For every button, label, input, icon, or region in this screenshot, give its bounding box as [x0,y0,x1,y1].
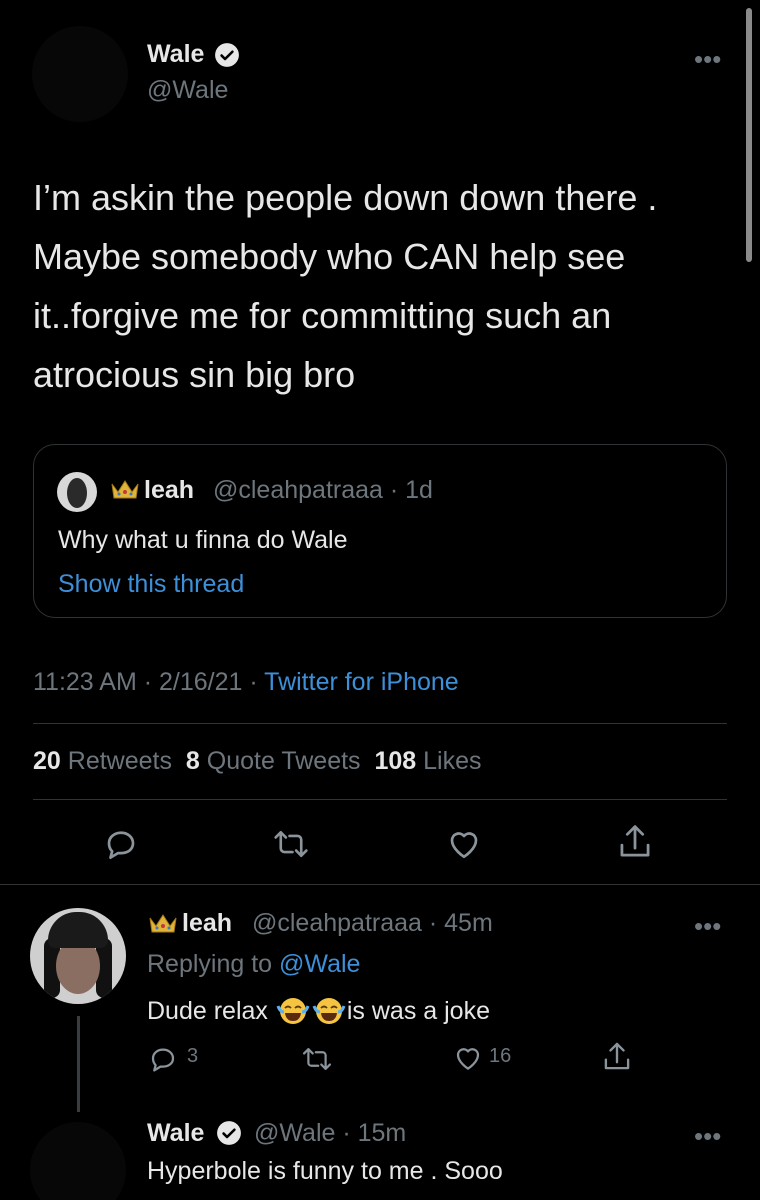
quoted-author-handle: @cleahpatraaa · 1d [213,476,433,504]
share-icon[interactable] [601,1040,633,1074]
timestamp-row: 11:23 AM · 2/16/21 · Twitter for iPhone [33,668,459,697]
divider [33,799,727,800]
reply-text: Hyperbole is funny to me . Sooo [147,1157,503,1185]
quoted-tweet-text: Why what u finna do Wale [58,526,348,554]
source-link[interactable]: Twitter for iPhone [264,668,459,696]
more-options-icon[interactable]: ••• [694,1121,721,1152]
divider [33,723,727,724]
verified-badge-icon [214,42,240,68]
reply-author-handle[interactable]: @cleahpatraaa · 45m [252,909,493,938]
retweets-stat[interactable]: 20 Retweets [33,747,172,775]
tweet-text: I’m askin the people down down there . M… [33,177,658,395]
laughing-emoji-icon [276,996,310,1026]
reply-author-avatar[interactable] [30,908,126,1004]
quoted-author-name: leah [144,476,195,504]
author-handle[interactable]: @Wale [147,76,228,105]
author-name[interactable]: Wale [147,40,204,69]
like-icon[interactable] [452,1043,484,1073]
share-icon[interactable] [616,822,654,862]
retweet-icon[interactable] [272,826,310,862]
crown-emoji-icon [110,478,140,500]
timestamp: 11:23 AM · 2/16/21 · [33,668,265,696]
reply-author-name[interactable]: Wale [147,1119,204,1148]
crown-emoji-icon [148,912,178,934]
retweet-icon[interactable] [301,1044,333,1074]
show-thread-link[interactable]: Show this thread [58,570,244,599]
scrollbar[interactable] [746,8,752,262]
quoted-author-avatar [57,472,97,512]
like-icon[interactable] [445,826,483,862]
laughing-emoji-icon [312,996,346,1026]
more-options-icon[interactable]: ••• [694,911,721,942]
replying-to-line: Replying to @Wale [147,950,361,978]
quotes-stat[interactable]: 8 Quote Tweets [186,747,361,775]
replying-to-link[interactable]: @Wale [279,950,360,978]
reply-count: 3 [187,1045,199,1067]
reply-author-handle[interactable]: @Wale · 15m [254,1119,406,1148]
reply-icon[interactable] [148,1044,178,1074]
reply-icon[interactable] [103,826,139,862]
engagement-stats: 20 Retweets 8 Quote Tweets 108 Likes [33,747,482,776]
reply-text: Dude relax is was a joke [147,996,490,1026]
author-avatar[interactable] [32,26,128,122]
reply-author-name[interactable]: leah [182,909,232,938]
divider [0,884,760,885]
like-count: 16 [489,1045,512,1067]
thread-connector-line [77,1016,80,1112]
reply-author-avatar[interactable] [30,1122,126,1200]
likes-stat[interactable]: 108 Likes [374,747,481,775]
more-options-icon[interactable]: ••• [694,44,721,75]
verified-badge-icon [216,1120,242,1146]
